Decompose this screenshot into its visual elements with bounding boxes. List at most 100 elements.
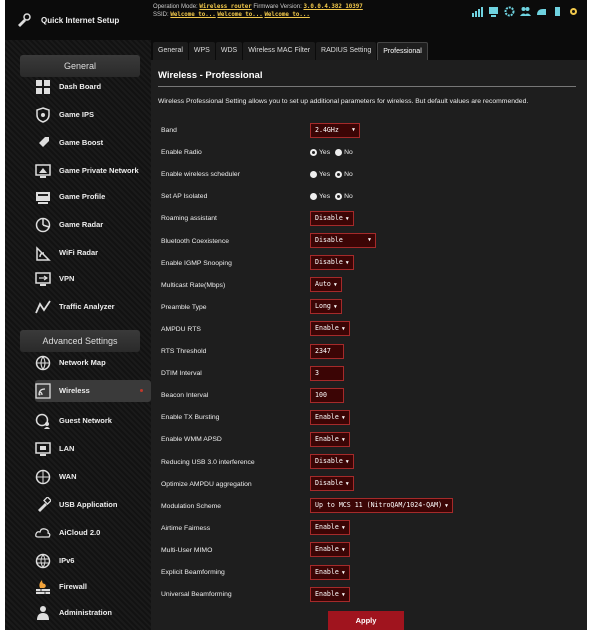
setting-select[interactable]: 2.4GHz ▼ (310, 122, 360, 138)
setting-select[interactable]: Disable ▼ (310, 454, 354, 469)
quick-internet-setup-link[interactable]: Quick Internet Setup (5, 0, 151, 40)
chevron-down-icon: ▼ (345, 481, 349, 488)
select-value: Long (315, 302, 331, 311)
monitor-icon[interactable] (536, 6, 547, 17)
sidebar-item-wan[interactable]: WAN (35, 466, 149, 488)
setting-label: Modulation Scheme (161, 502, 222, 510)
setting-label: Enable TX Bursting (161, 414, 220, 422)
setting-select[interactable]: Enable ▼ (310, 586, 350, 602)
setting-select[interactable]: Up to MCS 11 (NitroQAM/1024-QAM) ▼ (310, 498, 454, 514)
sidebar-item-game-ips[interactable]: Game IPS (35, 104, 149, 126)
select-value: Enable (315, 545, 339, 554)
setting-row: Band 2.4GHz ▼ (151, 122, 587, 142)
setting-row: Roaming assistant Disable ▼ (151, 210, 587, 230)
sidebar-item-vpn[interactable]: VPN (35, 268, 149, 290)
tab-general[interactable]: General (153, 42, 188, 60)
sidebar-item-game-private-network[interactable]: Game Private Network (35, 160, 149, 182)
setting-select[interactable]: Auto ▼ (310, 277, 342, 293)
radio-no[interactable]: No (335, 192, 353, 200)
setting-control: Enable ▼ (310, 409, 350, 425)
setting-row: Enable IGMP Snooping Disable ▼ (151, 255, 587, 275)
firmware-link[interactable]: 3.0.0.4.382_10397 (303, 4, 362, 10)
radio-no[interactable]: No (335, 170, 353, 178)
sidebar-item-game-radar[interactable]: Game Radar (35, 214, 149, 236)
setting-row: RTS Threshold 2347 (151, 343, 587, 363)
radio-yes[interactable]: Yes (310, 192, 330, 200)
tab-wds[interactable]: WDS (215, 42, 243, 60)
setting-control: Disable ▼ (310, 255, 354, 271)
signal-icon[interactable] (472, 6, 483, 17)
setting-control: Enable ▼ (310, 586, 350, 602)
ssid-link[interactable]: Welcome to... (264, 12, 309, 18)
setting-label: Optimize AMPDU aggregation (161, 480, 252, 488)
lan-status-icon[interactable] (488, 6, 499, 17)
setting-row: DTIM Interval 3 (151, 365, 587, 385)
setting-select[interactable]: Enable ▼ (310, 564, 350, 580)
setting-select[interactable]: Long ▼ (310, 299, 342, 315)
setting-control: Enable ▼ (310, 321, 350, 337)
sidebar-item-lan[interactable]: LAN (35, 438, 149, 460)
tab-wireless-mac-filter[interactable]: Wireless MAC Filter (243, 42, 316, 60)
setting-control: Enable ▼ (310, 564, 350, 580)
tab-wps[interactable]: WPS (188, 42, 215, 60)
setting-input[interactable]: 100 (310, 387, 344, 403)
gear-icon[interactable] (568, 6, 579, 17)
op-mode-link[interactable]: Wireless router (199, 4, 251, 10)
sidebar-item-network-map[interactable]: Network Map (35, 352, 149, 374)
radio-button-icon (310, 170, 317, 178)
setting-row: Multi-User MIMO Enable ▼ (151, 542, 587, 562)
setting-select[interactable]: Enable ▼ (310, 542, 350, 558)
sidebar-item-guest-network[interactable]: Guest Network (35, 410, 149, 432)
radio-no[interactable]: No (335, 148, 353, 156)
sidebar-item-wireless[interactable]: Wireless (35, 380, 151, 402)
administration-icon (37, 606, 49, 620)
sidebar-item-traffic-analyzer[interactable]: Traffic Analyzer (35, 296, 149, 318)
sidebar-item-firewall[interactable]: Firewall (35, 576, 149, 598)
sidebar-item-wifi-radar[interactable]: WiFi Radar (35, 242, 149, 264)
setting-label: Beacon Interval (161, 392, 209, 400)
network-map-icon (35, 355, 51, 371)
setting-select[interactable]: Disable ▼ (310, 210, 354, 226)
sidebar-item-administration[interactable]: Administration (35, 602, 149, 624)
setting-select[interactable]: Disable ▼ (310, 233, 376, 248)
setting-select[interactable]: Enable ▼ (310, 409, 350, 425)
tab-professional[interactable]: Professional (377, 42, 428, 60)
setting-label: DTIM Interval (161, 370, 202, 378)
game-boost-icon (37, 137, 49, 149)
users-icon[interactable] (520, 6, 531, 17)
tab-radius-setting[interactable]: RADIUS Setting (316, 42, 377, 60)
setting-select[interactable]: Enable ▼ (310, 431, 350, 447)
sidebar-item-dashboard[interactable]: Dash Board (35, 76, 149, 98)
setting-label: Roaming assistant (161, 215, 217, 223)
setting-select[interactable]: Disable ▼ (310, 255, 354, 271)
setting-select[interactable]: Enable ▼ (310, 520, 350, 536)
chevron-down-icon: ▼ (341, 547, 345, 554)
radio-yes[interactable]: Yes (310, 170, 330, 178)
sidebar-item-aicloud[interactable]: AiCloud 2.0 (35, 522, 149, 544)
usb-icon[interactable] (552, 6, 563, 17)
settings-icon[interactable] (504, 6, 515, 17)
setting-label: Reducing USB 3.0 interference (161, 458, 255, 466)
apply-button[interactable]: Apply (328, 611, 404, 630)
radio-yes[interactable]: Yes (310, 148, 330, 156)
chevron-down-icon: ▼ (341, 326, 345, 333)
ssid-link[interactable]: Welcome to... (217, 12, 262, 18)
setting-select[interactable]: Enable ▼ (310, 321, 350, 337)
setting-label: Universal Beamforming (161, 591, 232, 599)
sidebar-item-game-profile[interactable]: Game Profile (35, 186, 149, 208)
ssid-link[interactable]: Welcome to... (170, 12, 215, 18)
chevron-down-icon: ▼ (341, 591, 345, 598)
sidebar-item-label: Administration (59, 608, 112, 617)
sidebar-item-game-boost[interactable]: Game Boost (35, 132, 149, 154)
sidebar-item-label: Game Private Network (59, 166, 139, 175)
sidebar-item-usb-application[interactable]: USB Application (35, 494, 149, 516)
setting-input[interactable]: 2347 (310, 343, 344, 359)
setting-input[interactable]: 3 (310, 365, 344, 381)
setting-label: Enable wireless scheduler (161, 171, 240, 179)
setting-control: Enable ▼ (310, 542, 350, 558)
chevron-down-icon: ▼ (445, 503, 449, 510)
setting-select[interactable]: Disable ▼ (310, 476, 354, 492)
sidebar-item-ipv6[interactable]: IPv6 (35, 550, 149, 572)
setting-label: Enable WMM APSD (161, 436, 222, 444)
general-section-title: General (20, 55, 140, 77)
